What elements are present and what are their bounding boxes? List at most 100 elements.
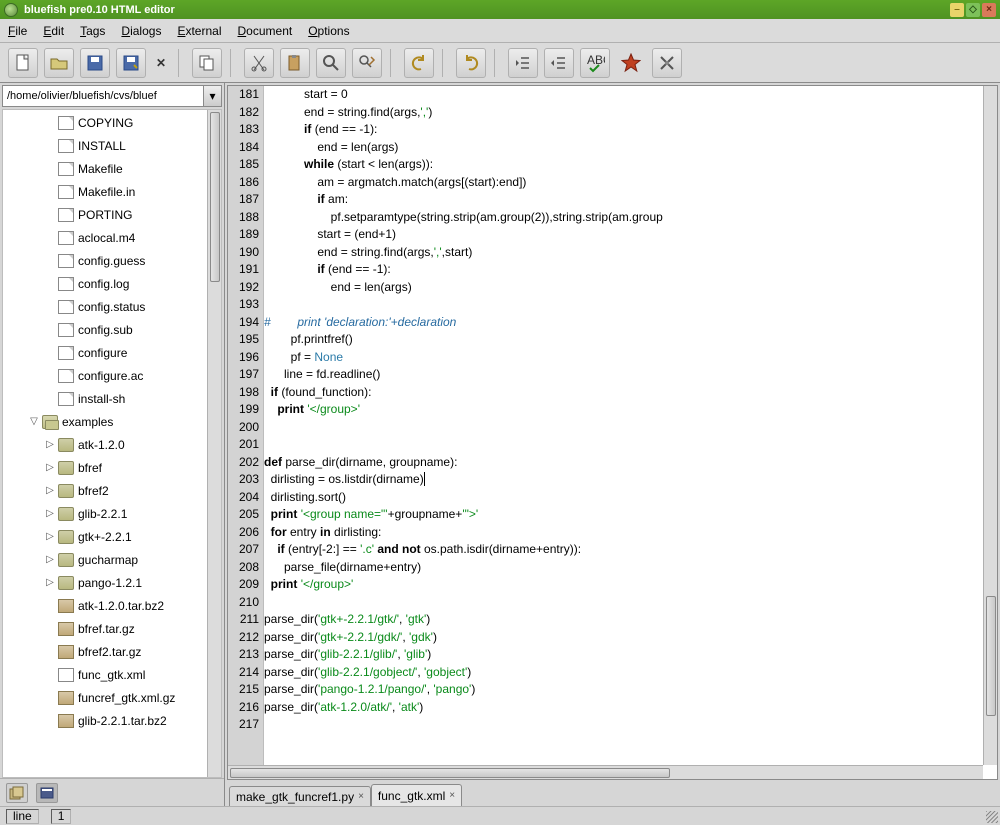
- tree-item-label: gucharmap: [78, 553, 138, 567]
- maximize-button[interactable]: ◇: [966, 3, 980, 17]
- redo-button[interactable]: [456, 48, 486, 78]
- menu-tags[interactable]: Tags: [80, 24, 105, 38]
- menu-external[interactable]: External: [177, 24, 221, 38]
- document-tab[interactable]: func_gtk.xml ×: [371, 784, 462, 806]
- file-icon: [58, 254, 74, 268]
- editor-pane: 1811821831841851861871881891901911921931…: [225, 83, 1000, 806]
- file-icon: [58, 231, 74, 245]
- tree-item[interactable]: ▷bfref: [4, 456, 207, 479]
- tree-item[interactable]: INSTALL: [4, 134, 207, 157]
- new-button[interactable]: [8, 48, 38, 78]
- bookmark-button[interactable]: [616, 48, 646, 78]
- tree-item[interactable]: COPYING: [4, 111, 207, 134]
- toolbar: ✕ ABC: [0, 43, 1000, 83]
- bookmark-tab-icon[interactable]: [6, 783, 28, 803]
- expander-icon[interactable]: ▷: [44, 531, 56, 542]
- titlebar[interactable]: bluefish pre0.10 HTML editor – ◇ ×: [0, 0, 1000, 19]
- code-content[interactable]: start = 0 end = string.find(args,',') if…: [264, 86, 983, 765]
- xml-icon: [58, 668, 74, 682]
- expander-icon[interactable]: ▷: [44, 439, 56, 450]
- tree-item[interactable]: glib-2.2.1.tar.bz2: [4, 709, 207, 732]
- tree-item[interactable]: ▷ gucharmap: [4, 548, 207, 571]
- indent-button[interactable]: [544, 48, 574, 78]
- document-tab[interactable]: make_gtk_funcref1.py×: [229, 786, 371, 806]
- menu-edit[interactable]: Edit: [43, 24, 64, 38]
- expander-icon[interactable]: ▷: [44, 485, 56, 496]
- tab-label: func_gtk.xml: [378, 789, 445, 803]
- path-combo[interactable]: ▾: [2, 85, 222, 107]
- expander-icon[interactable]: ▽: [28, 416, 40, 427]
- save-button[interactable]: [80, 48, 110, 78]
- expander-icon[interactable]: ▷: [44, 508, 56, 519]
- file-tree[interactable]: COPYING INSTALL Makefile Makefile.in PORTING…: [2, 109, 222, 778]
- svg-text:ABC: ABC: [587, 53, 605, 67]
- files-tab-icon[interactable]: [36, 783, 58, 803]
- tree-item[interactable]: atk-1.2.0.tar.bz2: [4, 594, 207, 617]
- file-icon: [58, 277, 74, 291]
- paste-button[interactable]: [280, 48, 310, 78]
- tree-item[interactable]: install-sh: [4, 387, 207, 410]
- tree-item-label: INSTALL: [78, 139, 126, 153]
- spellcheck-button[interactable]: ABC: [580, 48, 610, 78]
- menu-dialogs[interactable]: Dialogs: [121, 24, 161, 38]
- resize-grip-icon[interactable]: [986, 811, 998, 823]
- tab-close-icon[interactable]: ×: [449, 790, 455, 801]
- close-file-button[interactable]: ✕: [152, 56, 170, 70]
- tree-item[interactable]: Makefile: [4, 157, 207, 180]
- find-button[interactable]: [316, 48, 346, 78]
- preferences-button[interactable]: [652, 48, 682, 78]
- tree-item[interactable]: PORTING: [4, 203, 207, 226]
- tree-item[interactable]: ▽examples: [4, 410, 207, 433]
- tree-item[interactable]: ▷pango-1.2.1: [4, 571, 207, 594]
- undo-button[interactable]: [404, 48, 434, 78]
- copy-button[interactable]: [192, 48, 222, 78]
- tree-item[interactable]: ▷ bfref2: [4, 479, 207, 502]
- replace-button[interactable]: [352, 48, 382, 78]
- tree-item[interactable]: Makefile.in: [4, 180, 207, 203]
- file-icon: [58, 162, 74, 176]
- tree-item[interactable]: config.sub: [4, 318, 207, 341]
- tree-item[interactable]: bfref2.tar.gz: [4, 640, 207, 663]
- archive-icon: [58, 599, 74, 613]
- unindent-button[interactable]: [508, 48, 538, 78]
- code-editor[interactable]: 1811821831841851861871881891901911921931…: [227, 85, 998, 780]
- menu-file[interactable]: File: [8, 24, 27, 38]
- tree-item[interactable]: configure.ac: [4, 364, 207, 387]
- line-gutter: 1811821831841851861871881891901911921931…: [228, 86, 264, 765]
- folder-open-icon: [42, 415, 58, 429]
- tree-item-label: bfref.tar.gz: [78, 622, 135, 636]
- tree-item[interactable]: ▷glib-2.2.1: [4, 502, 207, 525]
- save-as-button[interactable]: [116, 48, 146, 78]
- path-input[interactable]: [2, 85, 204, 107]
- close-button[interactable]: ×: [982, 3, 996, 17]
- editor-hscrollbar[interactable]: [228, 765, 983, 779]
- tree-item[interactable]: config.log: [4, 272, 207, 295]
- tree-item-label: PORTING: [78, 208, 132, 222]
- tree-item[interactable]: aclocal.m4: [4, 226, 207, 249]
- editor-vscrollbar[interactable]: [983, 86, 997, 765]
- expander-icon[interactable]: ▷: [44, 577, 56, 588]
- tree-item-label: bfref2: [78, 484, 109, 498]
- status-bar: line 1: [0, 806, 1000, 825]
- expander-icon[interactable]: ▷: [44, 554, 56, 565]
- open-button[interactable]: [44, 48, 74, 78]
- tree-item[interactable]: bfref.tar.gz: [4, 617, 207, 640]
- menu-options[interactable]: Options: [308, 24, 349, 38]
- tree-item[interactable]: configure: [4, 341, 207, 364]
- expander-icon[interactable]: ▷: [44, 462, 56, 473]
- path-dropdown-button[interactable]: ▾: [204, 85, 222, 107]
- tree-item[interactable]: config.guess: [4, 249, 207, 272]
- minimize-button[interactable]: –: [950, 3, 964, 17]
- tree-item[interactable]: ▷gtk+-2.2.1: [4, 525, 207, 548]
- tree-item[interactable]: func_gtk.xml: [4, 663, 207, 686]
- tree-item[interactable]: funcref_gtk.xml.gz: [4, 686, 207, 709]
- menu-document[interactable]: Document: [238, 24, 293, 38]
- tree-item[interactable]: ▷atk-1.2.0: [4, 433, 207, 456]
- app-icon: [4, 3, 18, 17]
- tree-item[interactable]: config.status: [4, 295, 207, 318]
- cut-button[interactable]: [244, 48, 274, 78]
- tab-close-icon[interactable]: ×: [358, 791, 364, 802]
- tree-scrollbar[interactable]: [207, 110, 221, 777]
- tree-item-label: Makefile: [78, 162, 123, 176]
- file-icon: [58, 139, 74, 153]
